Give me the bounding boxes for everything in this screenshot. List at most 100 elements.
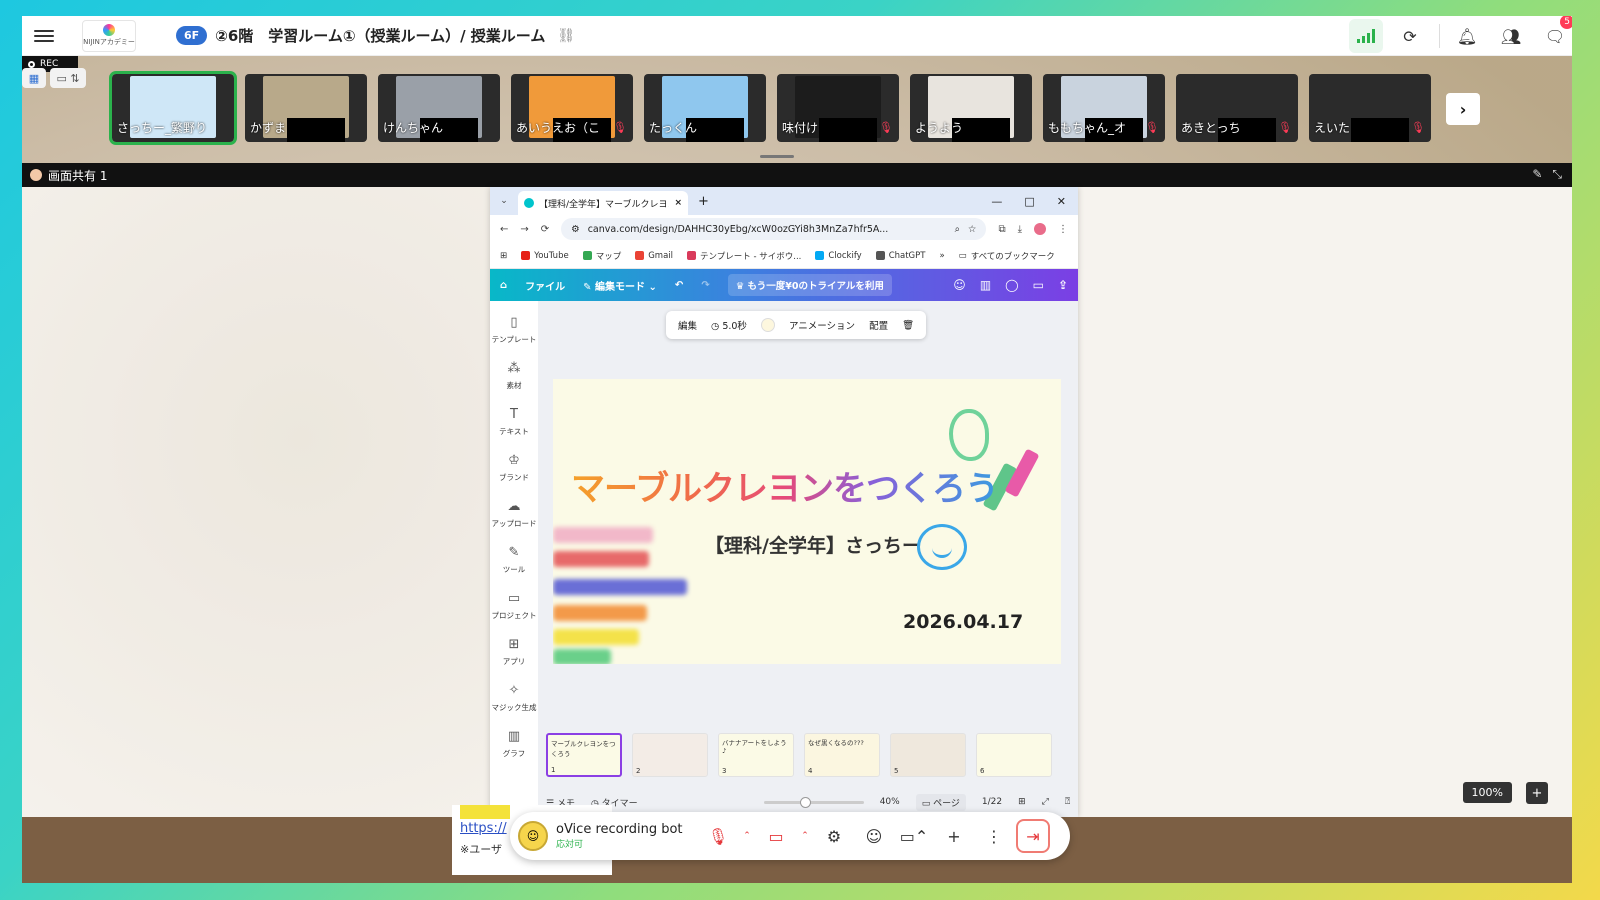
bookmark-item[interactable]: YouTube (521, 251, 569, 261)
side-nav-item[interactable]: ♔ ブランド (499, 453, 529, 483)
participant-tile[interactable]: えいた 🎙︎ (1309, 74, 1431, 142)
apps-grid-icon[interactable]: ⊞ (500, 251, 507, 261)
zoom-slider-handle[interactable] (799, 796, 811, 808)
participant-tile[interactable]: ようよう (910, 74, 1032, 142)
zoom-icon[interactable]: ⌕ (955, 224, 960, 235)
participant-tile[interactable]: あいうえお（こ 🎙︎ (511, 74, 633, 142)
duration-button[interactable]: ◷ 5.0秒 (711, 318, 747, 332)
page-thumbnail[interactable]: 2 (632, 733, 708, 777)
page-thumbnail[interactable]: 6 (976, 733, 1052, 777)
all-bookmarks-folder[interactable]: ▭ すべてのブックマーク (959, 250, 1055, 262)
close-window-icon[interactable]: ✕ (1057, 195, 1066, 208)
edit-button[interactable]: 編集 (678, 318, 697, 332)
bookmark-item[interactable]: マップ (582, 250, 621, 262)
emoji-icon[interactable]: ☺ (856, 818, 892, 854)
side-nav-item[interactable]: ☁ アップロード (492, 499, 537, 529)
forward-icon[interactable]: → (520, 224, 528, 235)
leave-icon[interactable]: ⇥ (1016, 819, 1050, 853)
bookmark-item[interactable]: Clockify (815, 251, 862, 261)
fullscreen-icon[interactable]: ⤢ (1042, 797, 1049, 807)
note-link[interactable]: https:// (460, 821, 507, 836)
add-icon[interactable]: + (936, 818, 972, 854)
page-thumbnail[interactable]: マーブルクレヨンをつくろう 1 (546, 733, 622, 777)
signal-icon[interactable] (1349, 19, 1383, 53)
participant-tile[interactable]: あきとっち 🎙︎ (1176, 74, 1298, 142)
page-thumbnail[interactable]: 5 (890, 733, 966, 777)
participant-tile[interactable]: 味付け 🎙︎ (777, 74, 899, 142)
side-nav-item[interactable]: ✧ マジック生成 (492, 683, 537, 713)
more-icon[interactable]: ⋮ (976, 818, 1012, 854)
slide-canvas[interactable]: マーブルクレヨンをつくろう 【理科/全学年】さっちー 2026.04.17 (553, 379, 1061, 664)
browser-tab[interactable]: 【理科/全学年】マーブルクレヨンを × (518, 191, 688, 215)
participant-tile[interactable]: けんちゃん (378, 74, 500, 142)
chat-icon[interactable]: 🗨︎ 5 (1538, 16, 1572, 53)
user-status[interactable]: oVice recording bot 応対可 (556, 822, 696, 850)
minimize-icon[interactable]: ⤡ (1552, 167, 1562, 182)
zoom-in-button[interactable]: + (1526, 782, 1548, 804)
strip-resize-handle[interactable] (760, 155, 794, 158)
profile-avatar[interactable] (1034, 223, 1046, 235)
page-thumbnail[interactable]: バナナアートをしよう♪ 3 (718, 733, 794, 777)
side-nav-item[interactable]: ▥ グラフ (503, 729, 526, 759)
bookmark-item[interactable]: Gmail (635, 251, 673, 261)
more-bookmarks-icon[interactable]: » (939, 251, 944, 261)
next-participants-button[interactable]: › (1446, 93, 1480, 125)
side-nav-item[interactable]: ✎ ツール (503, 545, 526, 575)
extensions-icon[interactable]: ⧉ (998, 224, 1005, 235)
redo-icon[interactable]: ↷ (701, 280, 709, 291)
trial-button[interactable]: ♛ もう一度¥0のトライアルを利用 (727, 274, 892, 296)
side-nav-item[interactable]: ▯ テンプレート (492, 315, 537, 345)
bookmark-item[interactable]: テンプレート - サイボウ... (687, 250, 801, 262)
minimize-window-icon[interactable]: — (991, 195, 1002, 208)
back-icon[interactable]: ← (500, 224, 508, 235)
maximize-window-icon[interactable]: □ (1024, 195, 1034, 208)
tab-search-icon[interactable]: ⌄ (490, 196, 518, 206)
trash-icon[interactable]: 🗑︎ (902, 320, 914, 331)
zoom-slider[interactable] (763, 796, 864, 808)
mic-muted-icon[interactable]: 🎙︎ (700, 818, 736, 854)
grid-icon[interactable]: ⊞ (1018, 797, 1026, 807)
bookmark-star-icon[interactable]: ☆ (968, 224, 977, 235)
file-menu[interactable]: ファイル (525, 278, 565, 293)
settings-icon[interactable]: ⚙ (816, 818, 852, 854)
help-icon[interactable]: ⍰ (1065, 797, 1070, 807)
comment-icon[interactable]: ◯ (1005, 278, 1018, 292)
page-thumbnail[interactable]: なぜ黒くなるの??? 4 (804, 733, 880, 777)
participant-tile[interactable]: かずま (245, 74, 367, 142)
participant-tile[interactable]: ももちゃん_オ 🎙︎ (1043, 74, 1165, 142)
browser-menu-icon[interactable]: ⋮ (1058, 224, 1068, 235)
new-tab-icon[interactable]: + (698, 194, 709, 209)
side-nav-item[interactable]: ▭ プロジェクト (492, 591, 537, 621)
page-view-button[interactable]: ▭ ページ (915, 793, 966, 811)
reload-icon[interactable]: ⟳ (541, 224, 549, 235)
participant-tile[interactable]: たっくん (644, 74, 766, 142)
site-info-icon[interactable]: ⚙ (571, 224, 580, 235)
mic-options-chevron[interactable]: ⌃ (740, 818, 754, 854)
screen-share-icon[interactable]: ▭⌃ (896, 818, 932, 854)
edit-mode-menu[interactable]: ✎ 編集モード ⌄ (583, 278, 657, 293)
layout-select[interactable]: ▭ ⇅ (50, 68, 86, 88)
members-icon[interactable]: 👥︎ (1494, 19, 1528, 53)
present-icon[interactable]: ▭ (1033, 278, 1044, 292)
animation-button[interactable]: アニメーション (789, 318, 855, 332)
home-icon[interactable]: ⌂ (500, 280, 507, 291)
insights-icon[interactable]: ▥ (980, 278, 991, 292)
download-icon[interactable]: ⤓ (1018, 224, 1022, 235)
bell-icon[interactable]: 🔔︎ (1450, 19, 1484, 53)
side-nav-item[interactable]: ⊞ アプリ (503, 637, 526, 667)
share-upload-icon[interactable]: ⇪ (1058, 278, 1068, 292)
close-tab-icon[interactable]: × (674, 198, 682, 208)
url-field[interactable]: ⚙ canva.com/design/DAHHC30yEbg/xcW0ozGYi… (561, 218, 987, 240)
side-nav-item[interactable]: ⁂ 素材 (507, 361, 522, 391)
undo-icon[interactable]: ↶ (675, 280, 683, 291)
camera-off-icon[interactable]: ▭ (758, 818, 794, 854)
grid-view-icon[interactable]: ▦ (22, 68, 46, 88)
bot-avatar[interactable]: ☺ (518, 821, 548, 851)
arrange-button[interactable]: 配置 (869, 318, 888, 332)
annotate-icon[interactable]: ✎ (1532, 167, 1542, 182)
menu-icon[interactable] (30, 26, 58, 46)
room-zoom-level[interactable]: 100% (1462, 782, 1512, 803)
bookmark-item[interactable]: ChatGPT (875, 251, 925, 261)
camera-options-chevron[interactable]: ⌃ (798, 818, 812, 854)
side-nav-item[interactable]: T テキスト (499, 407, 529, 437)
